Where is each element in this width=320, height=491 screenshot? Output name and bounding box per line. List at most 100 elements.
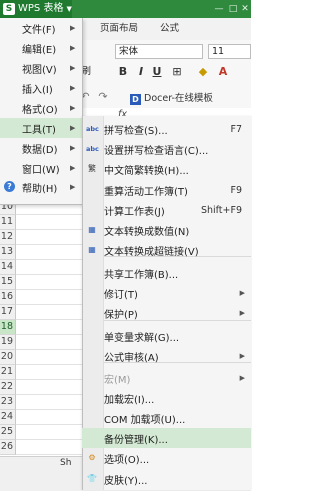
shortcut-label: F7 <box>230 123 242 135</box>
tools-menu-item-label: COM 加载项(U)... <box>104 414 186 426</box>
main-menu-item-insert[interactable]: 插入(I) ▶ <box>0 78 82 98</box>
border-icon[interactable]: ⊞ <box>170 65 184 79</box>
submenu-arrow-icon: ▶ <box>70 124 76 132</box>
submenu-arrow-icon: ▶ <box>70 144 76 152</box>
wps-app-menu-button[interactable]: S WPS 表格 ▼ <box>0 0 72 18</box>
main-menu-item-view[interactable]: 视图(V) ▶ <box>0 58 82 78</box>
italic-button[interactable]: I <box>134 65 148 79</box>
submenu-arrow-icon: ▶ <box>239 374 245 382</box>
tools-menu-item[interactable]: 修订(T) ▶ <box>82 283 251 303</box>
tools-menu-item[interactable]: 保护(P) ▶ <box>82 303 251 323</box>
tools-menu-item[interactable]: 共享工作簿(B)... <box>82 263 251 283</box>
app-title: WPS 表格 <box>18 3 64 14</box>
tools-menu-item[interactable]: 公式审核(A) ▶ <box>82 346 251 366</box>
row-header[interactable]: 26 <box>0 440 16 455</box>
tools-menu-item[interactable]: ▦ 文本转换成超链接(V) <box>82 240 251 260</box>
tools-menu-item[interactable]: 重算活动工作簿(T) F9 <box>82 180 251 200</box>
close-icon[interactable]: ✕ <box>238 0 252 18</box>
font-color-icon[interactable]: A <box>216 65 230 79</box>
tools-menu-item-label: 共享工作簿(B)... <box>104 269 179 281</box>
tools-menu-item[interactable]: abc 设置拼写检查语言(C)... <box>82 139 251 159</box>
tools-menu-item[interactable]: 繁中文简繁转换(H)... <box>82 159 251 179</box>
row-header[interactable]: 25 <box>0 425 16 440</box>
main-menu-item-tools[interactable]: 工具(T) ▶ <box>0 118 82 138</box>
tools-menu-item-label: 文本转换成超链接(V) <box>104 246 199 258</box>
main-menu-item-label: 编辑(E) <box>22 44 57 56</box>
row-header[interactable]: 17 <box>0 305 16 320</box>
bold-button[interactable]: B <box>116 65 130 79</box>
submenu-arrow-icon: ▶ <box>239 289 245 297</box>
submenu-arrow-icon: ▶ <box>70 64 76 72</box>
redo-icon[interactable]: ↷ <box>96 90 110 104</box>
submenu-arrow-icon: ▶ <box>70 84 76 92</box>
row-header[interactable]: 14 <box>0 260 16 275</box>
tools-menu-item[interactable]: 备份管理(K)... <box>82 428 251 448</box>
row-header[interactable]: 12 <box>0 230 16 245</box>
tab-page-layout[interactable]: 页面布局 <box>100 18 138 40</box>
row-header[interactable]: 19 <box>0 335 16 350</box>
tools-menu-item[interactable]: 单变量求解(G)... <box>82 326 251 346</box>
row-header[interactable]: 13 <box>0 245 16 260</box>
main-menu-item-window[interactable]: 窗口(W) ▶ <box>0 158 82 178</box>
tools-menu-item-label: 拼写检查(S)... <box>104 125 168 137</box>
tools-menu-item-label: 重算活动工作簿(T) <box>104 186 188 198</box>
tools-menu-item-label: 计算工作表(J) <box>104 206 165 218</box>
tab-formula[interactable]: 公式 <box>160 18 179 40</box>
tools-menu-item[interactable]: 加载宏(I)... <box>82 388 251 408</box>
row-header[interactable]: 18 <box>0 320 16 335</box>
font-size-select[interactable]: 11 <box>208 44 251 59</box>
main-menu-item-data[interactable]: 数据(D) ▶ <box>0 138 82 158</box>
docer-icon: D <box>130 93 141 105</box>
submenu-arrow-icon: ▶ <box>70 164 76 172</box>
tools-menu-item-label: 设置拼写检查语言(C)... <box>104 145 209 157</box>
shortcut-label: Shift+F9 <box>200 204 242 216</box>
main-menu-item-label: 视图(V) <box>22 64 57 76</box>
text-to-link-icon: ▦ <box>88 245 96 254</box>
fill-color-icon[interactable]: ◆ <box>196 65 210 79</box>
tools-menu-item[interactable]: abc 拼写检查(S)... F7 <box>82 119 251 139</box>
row-header[interactable]: 16 <box>0 290 16 305</box>
main-menu-item-format[interactable]: 格式(O) ▶ <box>0 98 82 118</box>
tools-menu-item-label: 皮肤(Y)... <box>104 475 148 487</box>
shortcut-label: F9 <box>230 184 242 196</box>
row-header[interactable]: 24 <box>0 410 16 425</box>
submenu-arrow-icon: ▶ <box>239 309 245 317</box>
main-menu-item-edit[interactable]: 编辑(E) ▶ <box>0 38 82 58</box>
tools-menu-item-label: 修订(T) <box>104 289 138 301</box>
chinese-convert-icon: 繁 <box>88 164 96 173</box>
tools-menu-item[interactable]: 👕 皮肤(Y)... <box>82 469 251 489</box>
row-header[interactable]: 21 <box>0 365 16 380</box>
gear-icon: ⚙ <box>88 453 96 462</box>
help-icon: ? <box>4 181 15 192</box>
row-header[interactable]: 23 <box>0 395 16 410</box>
tools-menu-item-label: 选项(O)... <box>104 454 150 466</box>
tools-menu-item-label: 文本转换成数值(N) <box>104 226 190 238</box>
main-menu-item-label: 数据(D) <box>22 144 58 156</box>
main-menu-item-help[interactable]: ? 帮助(H) ▶ <box>0 177 82 197</box>
tools-menu-item-label: 宏(M) <box>104 374 131 386</box>
main-menu-item-file[interactable]: 文件(F) ▶ <box>0 18 82 38</box>
font-name-select[interactable]: 宋体 <box>115 44 203 59</box>
text-to-number-icon: ▦ <box>88 225 96 234</box>
tools-menu-item: 宏(M) ▶ <box>82 368 251 388</box>
tools-menu-item[interactable]: ⚙ 选项(O)... <box>82 448 251 468</box>
main-menu-item-label: 文件(F) <box>22 24 56 36</box>
tools-menu-item-label: 备份管理(K)... <box>104 434 168 446</box>
tools-menu-item-label: 中文简繁转换(H)... <box>104 165 189 177</box>
tools-menu-item[interactable]: 计算工作表(J) Shift+F9 <box>82 200 251 220</box>
submenu-arrow-icon: ▶ <box>70 183 76 191</box>
row-header[interactable]: 11 <box>0 215 16 230</box>
row-header[interactable]: 15 <box>0 275 16 290</box>
underline-button[interactable]: U <box>150 65 164 79</box>
row-header[interactable]: 22 <box>0 380 16 395</box>
docer-label: Docer-在线模板 <box>144 93 213 104</box>
docer-template-button[interactable]: D Docer-在线模板 <box>130 92 240 106</box>
submenu-arrow-icon: ▶ <box>70 44 76 52</box>
row-header[interactable]: 20 <box>0 350 16 365</box>
submenu-arrow-icon: ▶ <box>239 352 245 360</box>
submenu-arrow-icon: ▶ <box>70 104 76 112</box>
tools-menu-item[interactable]: COM 加载项(U)... <box>82 408 251 428</box>
tools-menu-item[interactable]: ▦ 文本转换成数值(N) <box>82 220 251 240</box>
minimize-icon[interactable]: — <box>212 0 226 18</box>
tools-menu-item-label: 加载宏(I)... <box>104 394 155 406</box>
